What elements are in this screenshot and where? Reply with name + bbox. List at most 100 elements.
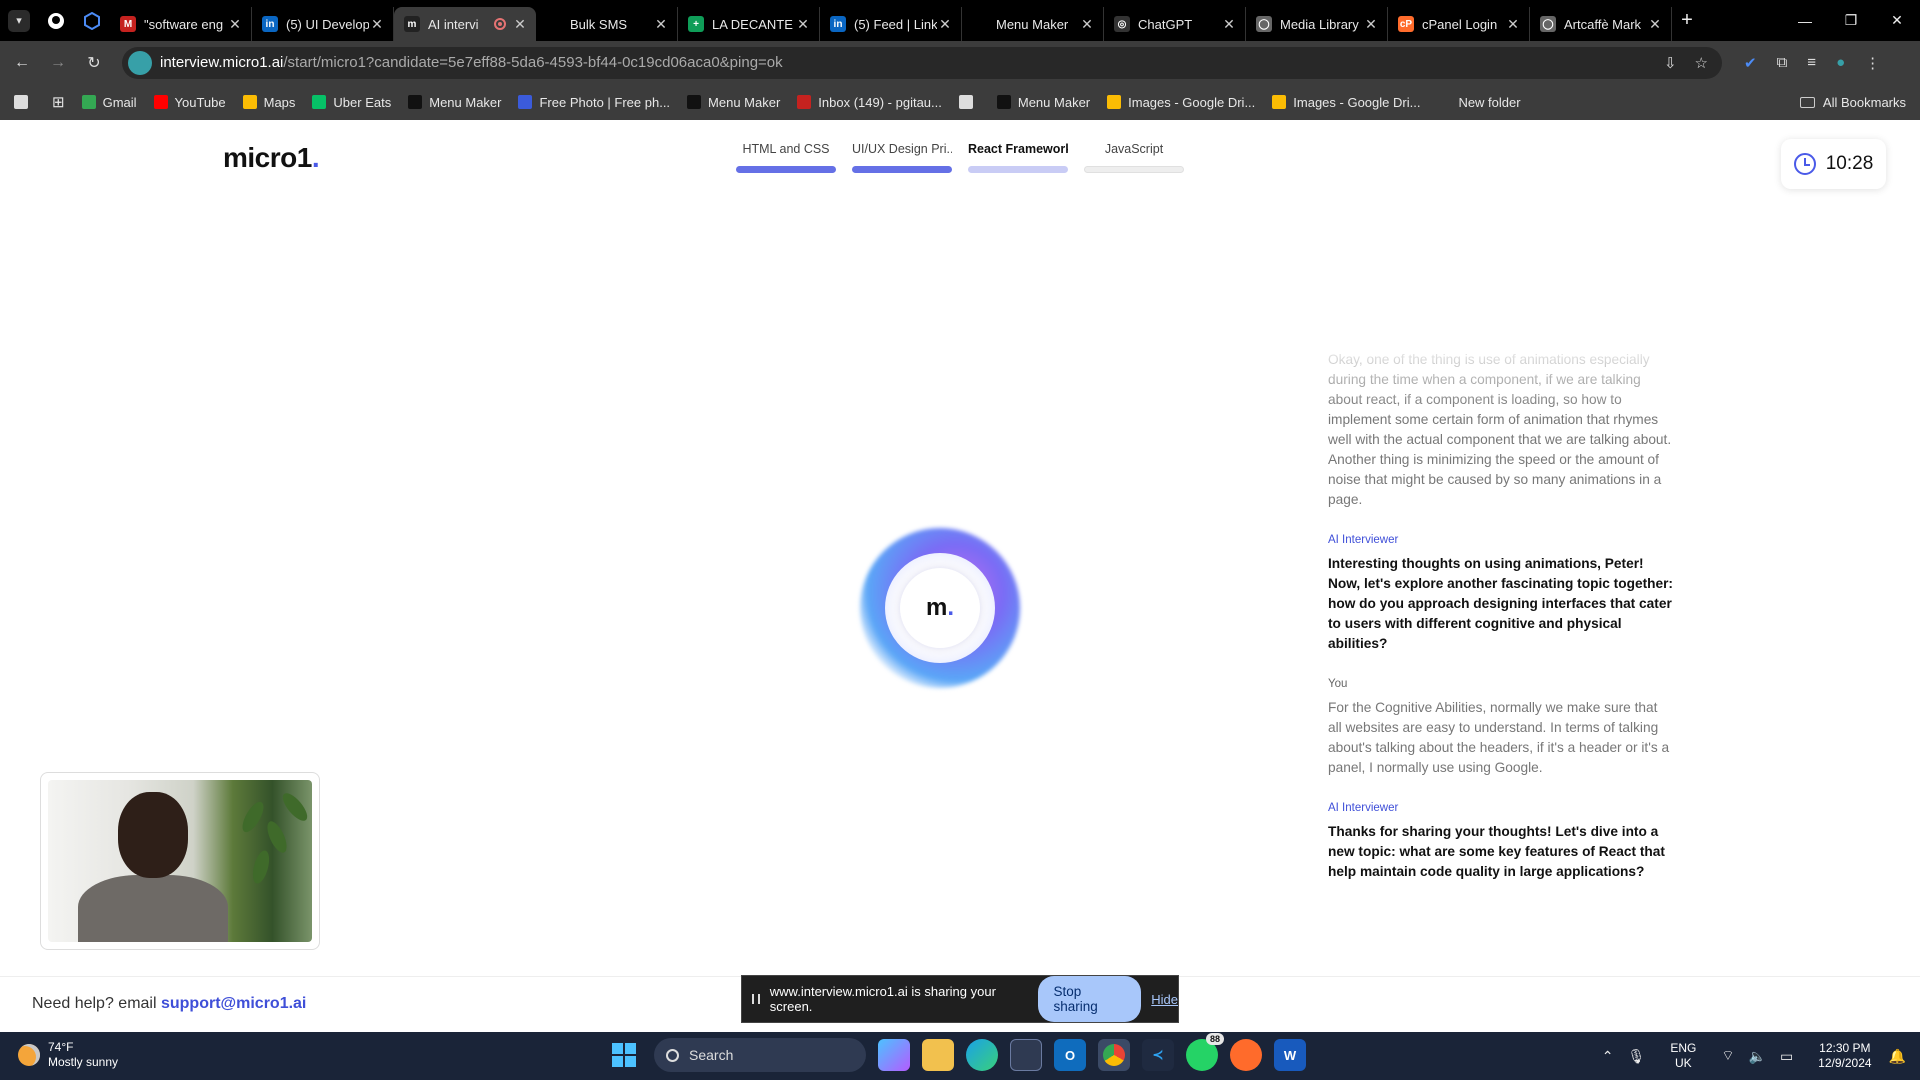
browser-tab[interactable]: M "software eng ✕: [110, 7, 252, 41]
file-explorer-icon[interactable]: [922, 1039, 954, 1071]
postman-icon[interactable]: [1230, 1039, 1262, 1071]
whatsapp-icon[interactable]: 88: [1186, 1033, 1224, 1071]
copilot-icon[interactable]: [878, 1039, 910, 1071]
browser-tab-bar: ▾ M "software eng ✕ in (5) UI Develop ✕ m AI in…: [0, 0, 1920, 41]
tab-search-icon[interactable]: ▾: [8, 9, 30, 32]
battery-icon[interactable]: ▭: [1780, 1048, 1793, 1065]
tab-favicon-icon: in: [262, 16, 278, 32]
extensions-puzzle-icon[interactable]: ⧉: [1777, 54, 1788, 72]
browser-tab[interactable]: m AI intervi ✕: [394, 7, 536, 41]
media-control-icon[interactable]: ≡: [1807, 54, 1816, 72]
drag-handle-icon[interactable]: [752, 994, 760, 1004]
close-tab-icon[interactable]: ✕: [1079, 16, 1095, 33]
volume-icon[interactable]: 🔈: [1749, 1048, 1766, 1065]
taskbar-search[interactable]: Search: [654, 1038, 866, 1072]
extension-check-icon[interactable]: ✔: [1744, 54, 1757, 72]
orb-letter: m: [925, 594, 948, 621]
tab-title: Media Library: [1280, 16, 1359, 32]
close-tab-icon[interactable]: ✕: [512, 16, 528, 33]
taskbar-clock[interactable]: 12:30 PM 12/9/2024: [1818, 1041, 1871, 1071]
close-tab-icon[interactable]: ✕: [1647, 16, 1663, 33]
bookmark-item[interactable]: Free Photo | Free ph...: [518, 95, 670, 110]
wifi-icon[interactable]: ⌔: [1721, 1047, 1734, 1065]
user-message: Okay, one of the thing is use of animati…: [1328, 350, 1673, 510]
window-controls: — ❐ ✕: [1782, 0, 1920, 41]
browser-tab[interactable]: Bulk SMS ✕: [536, 7, 678, 41]
site-info-icon[interactable]: [128, 50, 152, 75]
pinned-tab-github[interactable]: [38, 6, 74, 36]
browser-tab[interactable]: Menu Maker ✕: [962, 7, 1104, 41]
url-bar[interactable]: interview.micro1.ai /start/micro1?candid…: [122, 46, 1722, 79]
vscode-icon[interactable]: ≺: [1142, 1039, 1174, 1071]
stop-sharing-button[interactable]: Stop sharing: [1037, 976, 1142, 1022]
weather-widget[interactable]: 74°F Mostly sunny: [18, 1040, 118, 1070]
restore-icon[interactable]: ❐: [1828, 0, 1874, 41]
micro1-logo[interactable]: micro1.: [223, 142, 320, 174]
store-icon[interactable]: [1010, 1039, 1042, 1071]
close-tab-icon[interactable]: ✕: [937, 16, 953, 33]
reload-icon[interactable]: ↻: [80, 49, 108, 77]
tab-groups-icon[interactable]: [14, 95, 35, 109]
search-label: Search: [689, 1047, 734, 1063]
forward-icon[interactable]: →: [44, 49, 72, 77]
all-bookmarks-label: All Bookmarks: [1822, 94, 1906, 110]
bookmark-item[interactable]: YouTube: [153, 95, 226, 110]
close-window-icon[interactable]: ✕: [1874, 0, 1920, 41]
message-text: For the Cognitive Abilities, normally we…: [1328, 700, 1670, 775]
transcript-panel: Okay, one of the thing is use of animati…: [1328, 350, 1673, 902]
bookmark-item[interactable]: [958, 95, 980, 109]
browser-tab[interactable]: ◎ ChatGPT ✕: [1104, 7, 1246, 41]
back-icon[interactable]: ←: [8, 49, 36, 77]
close-tab-icon[interactable]: ✕: [1505, 16, 1521, 33]
apps-grid-icon[interactable]: ⊞: [52, 93, 65, 111]
close-tab-icon[interactable]: ✕: [1363, 16, 1379, 33]
bookmark-item[interactable]: Menu Maker: [687, 95, 780, 110]
language-indicator[interactable]: ENG UK: [1670, 1041, 1696, 1071]
browser-tab[interactable]: in (5) Feed | Link ✕: [820, 7, 962, 41]
bookmark-item[interactable]: New folder: [1437, 95, 1521, 110]
weather-desc: Mostly sunny: [48, 1055, 119, 1069]
install-app-icon[interactable]: ⇩: [1664, 54, 1677, 72]
pinned-tab-app[interactable]: [74, 6, 110, 36]
bookmark-item[interactable]: Gmail: [81, 95, 137, 110]
bookmark-item[interactable]: Menu Maker: [996, 95, 1090, 110]
profile-icon[interactable]: ●: [1836, 54, 1845, 72]
ai-speaker-orb: m.: [860, 528, 1020, 688]
minimize-icon[interactable]: —: [1782, 0, 1828, 41]
show-hidden-icons[interactable]: ⌃: [1602, 1048, 1614, 1065]
close-tab-icon[interactable]: ✕: [795, 16, 811, 33]
browser-tab[interactable]: ◯ Media Library ✕: [1246, 7, 1388, 41]
browser-tab[interactable]: + LA DECANTE ✕: [678, 7, 820, 41]
plant-leaf: [278, 789, 312, 825]
browser-tab[interactable]: cP cPanel Login ✕: [1388, 7, 1530, 41]
new-tab-button[interactable]: +: [1672, 9, 1702, 32]
close-tab-icon[interactable]: ✕: [1221, 16, 1237, 33]
bookmark-item[interactable]: Maps: [242, 95, 295, 110]
extensions-area: ✔ ⧉ ≡ ● ⋮: [1744, 54, 1880, 72]
bookmark-item[interactable]: Menu Maker: [408, 95, 501, 110]
bookmark-favicon-icon: [1437, 95, 1452, 109]
windows-start-icon[interactable]: [612, 1043, 636, 1067]
edge-icon[interactable]: [966, 1039, 998, 1071]
bookmark-star-icon[interactable]: ☆: [1695, 54, 1708, 72]
microphone-icon[interactable]: 🎙: [1628, 1048, 1646, 1065]
menu-kebab-icon[interactable]: ⋮: [1865, 54, 1880, 72]
browser-tab[interactable]: in (5) UI Develop ✕: [252, 7, 394, 41]
bookmark-favicon-icon: [687, 95, 702, 109]
bookmark-item[interactable]: Uber Eats: [312, 95, 391, 110]
bookmark-item[interactable]: Images - Google Dri...: [1272, 95, 1420, 110]
notification-bell-icon[interactable]: 🔔: [1889, 1048, 1906, 1065]
outlook-icon[interactable]: O: [1054, 1039, 1086, 1071]
hide-share-bar-link[interactable]: Hide: [1151, 992, 1178, 1007]
close-tab-icon[interactable]: ✕: [653, 16, 669, 33]
clock-time: 12:30 PM: [1819, 1041, 1871, 1055]
bookmark-item[interactable]: Inbox (149) - pgitau...: [797, 95, 942, 110]
word-icon[interactable]: W: [1274, 1039, 1306, 1071]
all-bookmarks-button[interactable]: All Bookmarks: [1799, 94, 1906, 110]
close-tab-icon[interactable]: ✕: [369, 16, 385, 33]
chrome-icon[interactable]: [1098, 1039, 1130, 1071]
browser-tab[interactable]: ◯ Artcaffè Mark ✕: [1530, 7, 1672, 41]
support-email-link[interactable]: support@micro1.ai: [161, 995, 306, 1012]
close-tab-icon[interactable]: ✕: [227, 16, 243, 33]
bookmark-item[interactable]: Images - Google Dri...: [1107, 95, 1255, 110]
